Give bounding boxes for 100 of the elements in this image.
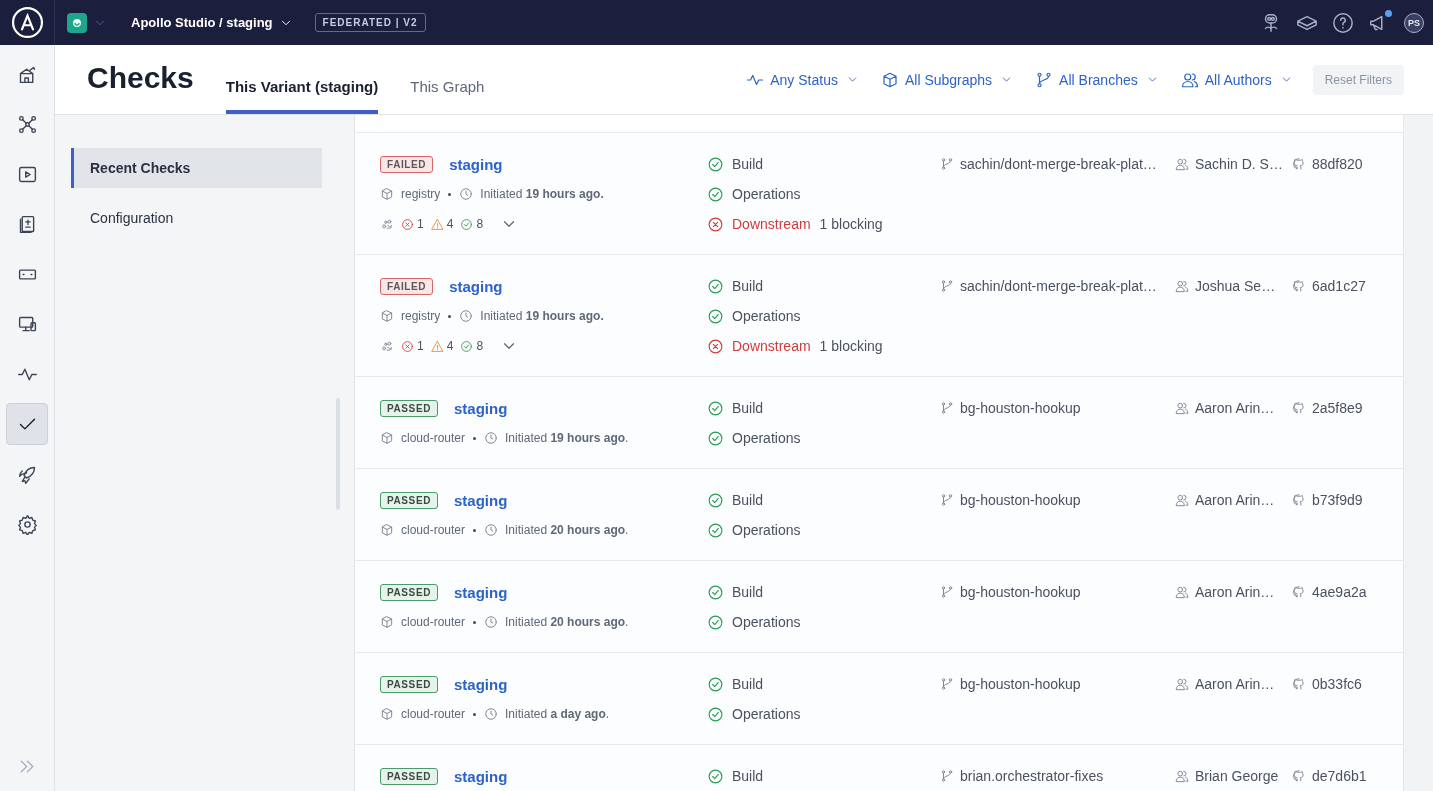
status-badge: FAILED — [380, 155, 434, 173]
github-icon — [1292, 769, 1306, 783]
author-icon — [1175, 677, 1189, 691]
check-name: Operations — [732, 430, 801, 446]
blocking-note: 1 blocking — [819, 338, 883, 354]
initiated-time: Initiated a day ago. — [505, 707, 610, 721]
author-name: Sachin D. S… — [1195, 156, 1283, 172]
passed-count: 8 — [476, 217, 484, 231]
branch-name: brian.orchestrator-fixes — [960, 768, 1104, 784]
cube-icon — [380, 707, 394, 721]
user-avatar[interactable]: PS — [1404, 12, 1424, 33]
cube-icon — [380, 187, 394, 201]
initiated-time: Initiated 20 hours ago. — [505, 523, 629, 537]
author-name: Aaron Arin… — [1195, 400, 1275, 416]
sidebar-item[interactable]: Recent Checks — [71, 148, 322, 188]
passed-count: 8 — [476, 339, 484, 353]
initiated-time: Initiated 19 hours ago. — [480, 309, 604, 323]
clock-icon — [459, 309, 474, 323]
branch-name: bg-houston-hookup — [960, 400, 1081, 416]
clock-icon — [484, 615, 499, 629]
blocking-note: 1 blocking — [819, 216, 883, 232]
warning-icon — [430, 217, 444, 231]
commit-hash: 6ad1c27 — [1312, 278, 1366, 294]
federation-badge: FEDERATED | V2 — [314, 13, 426, 32]
author-name: Brian George — [1195, 768, 1279, 784]
clock-icon — [484, 707, 499, 721]
filter-dropdown[interactable]: All Branches — [1035, 70, 1159, 89]
author-name: Aaron Arin… — [1195, 676, 1275, 692]
subgraphs-icon — [380, 339, 394, 353]
variant-link[interactable]: staging — [454, 491, 508, 509]
sidebar-item[interactable]: Configuration — [71, 198, 322, 238]
branch-name: sachin/dont-merge-break-plat… — [960, 156, 1157, 172]
subgraph-name: cloud-router — [401, 615, 466, 629]
help-icon[interactable] — [1332, 11, 1354, 34]
warning-count: 4 — [446, 217, 454, 231]
error-count: 1 — [417, 217, 424, 231]
branch-icon — [940, 493, 954, 507]
check-name: Operations — [732, 614, 801, 630]
github-icon — [1292, 401, 1306, 415]
subgraph-name: cloud-router — [401, 707, 466, 721]
variant-link[interactable]: staging — [449, 277, 503, 295]
filter-dropdown[interactable]: Any Status — [746, 70, 859, 89]
subgraph-name: registry — [401, 187, 441, 201]
author-icon — [1175, 493, 1189, 507]
commit-hash: 2a5f8e9 — [1312, 400, 1363, 416]
commit-hash: 4ae9a2a — [1312, 584, 1367, 600]
branch-icon — [940, 585, 954, 599]
variant-link[interactable]: staging — [449, 155, 503, 173]
variant-link[interactable]: staging — [454, 399, 508, 417]
author-icon — [1175, 157, 1189, 171]
tab[interactable]: This Graph — [410, 45, 485, 114]
commit-hash: b73f9d9 — [1312, 492, 1363, 508]
check-icon[interactable] — [6, 403, 48, 445]
bullet — [448, 192, 452, 196]
status-badge: FAILED — [380, 277, 434, 295]
author-name: Aaron Arin… — [1195, 584, 1275, 600]
check-name: Build — [732, 584, 764, 600]
status-badge: PASSED — [380, 767, 438, 785]
github-icon — [1292, 157, 1306, 171]
check-name: Downstream — [732, 216, 811, 232]
commit-hash: de7d6b1 — [1312, 768, 1367, 784]
passed-icon — [460, 339, 474, 353]
branch-icon — [940, 279, 954, 293]
variant-link[interactable]: staging — [454, 675, 508, 693]
initiated-time: Initiated 19 hours ago. — [480, 187, 604, 201]
filter-dropdown[interactable]: All Authors — [1180, 70, 1293, 89]
commit-hash: 88df820 — [1312, 156, 1363, 172]
check-name: Operations — [732, 706, 801, 722]
branch-name: bg-houston-hookup — [960, 492, 1081, 508]
cube-icon — [380, 309, 394, 323]
people-icon — [1180, 70, 1199, 89]
bullet — [448, 314, 452, 318]
subgraph-name: cloud-router — [401, 431, 466, 445]
graph-avatar-icon — [67, 12, 87, 33]
author-name: Joshua Se… — [1195, 278, 1276, 294]
check-name: Build — [732, 400, 764, 416]
github-icon — [1292, 677, 1306, 691]
author-icon — [1175, 585, 1189, 599]
github-icon — [1292, 493, 1306, 507]
github-icon — [1292, 585, 1306, 599]
github-icon — [1292, 279, 1306, 293]
initiated-time: Initiated 19 hours ago. — [505, 431, 629, 445]
author-name: Aaron Arin… — [1195, 492, 1275, 508]
filter-dropdown[interactable]: All Subgraphs — [880, 70, 1014, 89]
variant-link[interactable]: staging — [454, 583, 508, 601]
cube-icon — [880, 70, 899, 89]
branch-icon — [1035, 70, 1054, 89]
error-icon — [401, 339, 414, 353]
graph-variant-menu[interactable]: Apollo Studio / staging — [131, 15, 293, 30]
initiated-time: Initiated 20 hours ago. — [505, 615, 629, 629]
error-icon — [401, 217, 414, 231]
branch-name: sachin/dont-merge-break-plat… — [960, 278, 1157, 294]
author-icon — [1175, 401, 1189, 415]
graph-switcher[interactable] — [67, 12, 107, 33]
check-name: Downstream — [732, 338, 811, 354]
subgraph-name: cloud-router — [401, 523, 466, 537]
status-badge: PASSED — [380, 583, 438, 601]
variant-link[interactable]: staging — [454, 767, 508, 785]
clock-icon — [484, 523, 499, 537]
check-name: Build — [732, 278, 764, 294]
